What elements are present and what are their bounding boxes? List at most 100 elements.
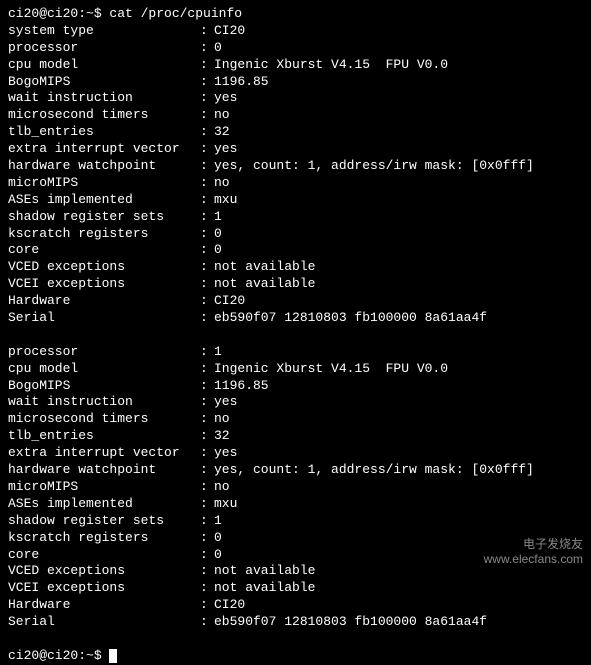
cpuinfo-value: CI20 (214, 597, 245, 614)
cpuinfo-key: processor (8, 40, 200, 57)
cpuinfo-value: 0 (214, 530, 222, 547)
colon: : (200, 479, 214, 496)
colon: : (200, 310, 214, 327)
cpuinfo-value: mxu (214, 192, 237, 209)
colon: : (200, 580, 214, 597)
blank-line (8, 631, 583, 648)
cpuinfo-key: ASEs implemented (8, 496, 200, 513)
cpuinfo-value: Ingenic Xburst V4.15 FPU V0.0 (214, 57, 448, 74)
cpuinfo-key: microsecond timers (8, 107, 200, 124)
cpuinfo-row: wait instruction: yes (8, 90, 583, 107)
cpuinfo-row: Serial: eb590f07 12810803 fb100000 8a61a… (8, 614, 583, 631)
cpuinfo-value: yes (214, 90, 237, 107)
colon: : (200, 597, 214, 614)
cpuinfo-value: Ingenic Xburst V4.15 FPU V0.0 (214, 361, 448, 378)
cpuinfo-key: VCED exceptions (8, 563, 200, 580)
cpuinfo-row: microMIPS: no (8, 479, 583, 496)
colon: : (200, 23, 214, 40)
colon: : (200, 614, 214, 631)
cpuinfo-value: no (214, 175, 230, 192)
cpuinfo-key: system type (8, 23, 200, 40)
cpuinfo-key: cpu model (8, 361, 200, 378)
cpuinfo-key: VCEI exceptions (8, 580, 200, 597)
colon: : (200, 462, 214, 479)
prompt: ci20@ci20:~$ (8, 648, 109, 663)
cpuinfo-key: wait instruction (8, 90, 200, 107)
cpuinfo-row: tlb_entries: 32 (8, 428, 583, 445)
colon: : (200, 192, 214, 209)
colon: : (200, 259, 214, 276)
cpuinfo-value: yes (214, 445, 237, 462)
cpuinfo-value: not available (214, 563, 315, 580)
colon: : (200, 40, 214, 57)
cpuinfo-value: not available (214, 276, 315, 293)
cpuinfo-row: VCED exceptions: not available (8, 259, 583, 276)
cpuinfo-key: hardware watchpoint (8, 158, 200, 175)
cpuinfo-key: extra interrupt vector (8, 141, 200, 158)
cpuinfo-row: system type: CI20 (8, 23, 583, 40)
cpuinfo-row: extra interrupt vector: yes (8, 141, 583, 158)
colon: : (200, 158, 214, 175)
cpuinfo-value: not available (214, 259, 315, 276)
cpuinfo-row: BogoMIPS: 1196.85 (8, 74, 583, 91)
prompt-line[interactable]: ci20@ci20:~$ (8, 648, 583, 665)
cpuinfo-key: VCED exceptions (8, 259, 200, 276)
colon: : (200, 394, 214, 411)
cpuinfo-value: 1 (214, 209, 222, 226)
cpuinfo-row: Hardware: CI20 (8, 293, 583, 310)
cpuinfo-value: 1 (214, 344, 222, 361)
cpuinfo-row: microMIPS: no (8, 175, 583, 192)
cpuinfo-value: yes (214, 394, 237, 411)
cpuinfo-value: not available (214, 580, 315, 597)
cpuinfo-key: cpu model (8, 57, 200, 74)
cpuinfo-row: Serial: eb590f07 12810803 fb100000 8a61a… (8, 310, 583, 327)
blank-line (8, 327, 583, 344)
colon: : (200, 361, 214, 378)
cpuinfo-row: core: 0 (8, 242, 583, 259)
watermark: 电子发烧友 www.elecfans.com (484, 537, 583, 568)
colon: : (200, 175, 214, 192)
cpuinfo-value: mxu (214, 496, 237, 513)
colon: : (200, 226, 214, 243)
cpuinfo-row: VCEI exceptions: not available (8, 276, 583, 293)
cpuinfo-key: ASEs implemented (8, 192, 200, 209)
cpuinfo-key: tlb_entries (8, 124, 200, 141)
colon: : (200, 209, 214, 226)
cpuinfo-value: yes, count: 1, address/irw mask: [0x0fff… (214, 158, 534, 175)
colon: : (200, 530, 214, 547)
cursor (109, 649, 117, 663)
cpuinfo-row: extra interrupt vector: yes (8, 445, 583, 462)
colon: : (200, 276, 214, 293)
colon: : (200, 57, 214, 74)
cpuinfo-key: microMIPS (8, 175, 200, 192)
cpuinfo-key: kscratch registers (8, 530, 200, 547)
cpuinfo-value: CI20 (214, 293, 245, 310)
cpuinfo-value: no (214, 107, 230, 124)
cpuinfo-value: eb590f07 12810803 fb100000 8a61aa4f (214, 614, 487, 631)
colon: : (200, 107, 214, 124)
cpuinfo-value: 0 (214, 547, 222, 564)
cpuinfo-key: core (8, 547, 200, 564)
cpuinfo-row: shadow register sets: 1 (8, 513, 583, 530)
cpuinfo-row: ASEs implemented: mxu (8, 192, 583, 209)
cpuinfo-key: Serial (8, 310, 200, 327)
cpuinfo-value: no (214, 411, 230, 428)
colon: : (200, 242, 214, 259)
cpuinfo-value: 0 (214, 226, 222, 243)
command-text: cat /proc/cpuinfo (109, 6, 242, 21)
cpuinfo-key: Hardware (8, 597, 200, 614)
colon: : (200, 378, 214, 395)
cpuinfo-row: microsecond timers: no (8, 411, 583, 428)
colon: : (200, 496, 214, 513)
command-line: ci20@ci20:~$ cat /proc/cpuinfo (8, 6, 583, 23)
cpuinfo-key: core (8, 242, 200, 259)
colon: : (200, 428, 214, 445)
colon: : (200, 293, 214, 310)
cpuinfo-row: shadow register sets: 1 (8, 209, 583, 226)
cpuinfo-key: BogoMIPS (8, 74, 200, 91)
cpuinfo-row: hardware watchpoint: yes, count: 1, addr… (8, 462, 583, 479)
cpuinfo-key: shadow register sets (8, 209, 200, 226)
cpuinfo-value: 1196.85 (214, 74, 269, 91)
cpuinfo-key: processor (8, 344, 200, 361)
cpuinfo-key: hardware watchpoint (8, 462, 200, 479)
